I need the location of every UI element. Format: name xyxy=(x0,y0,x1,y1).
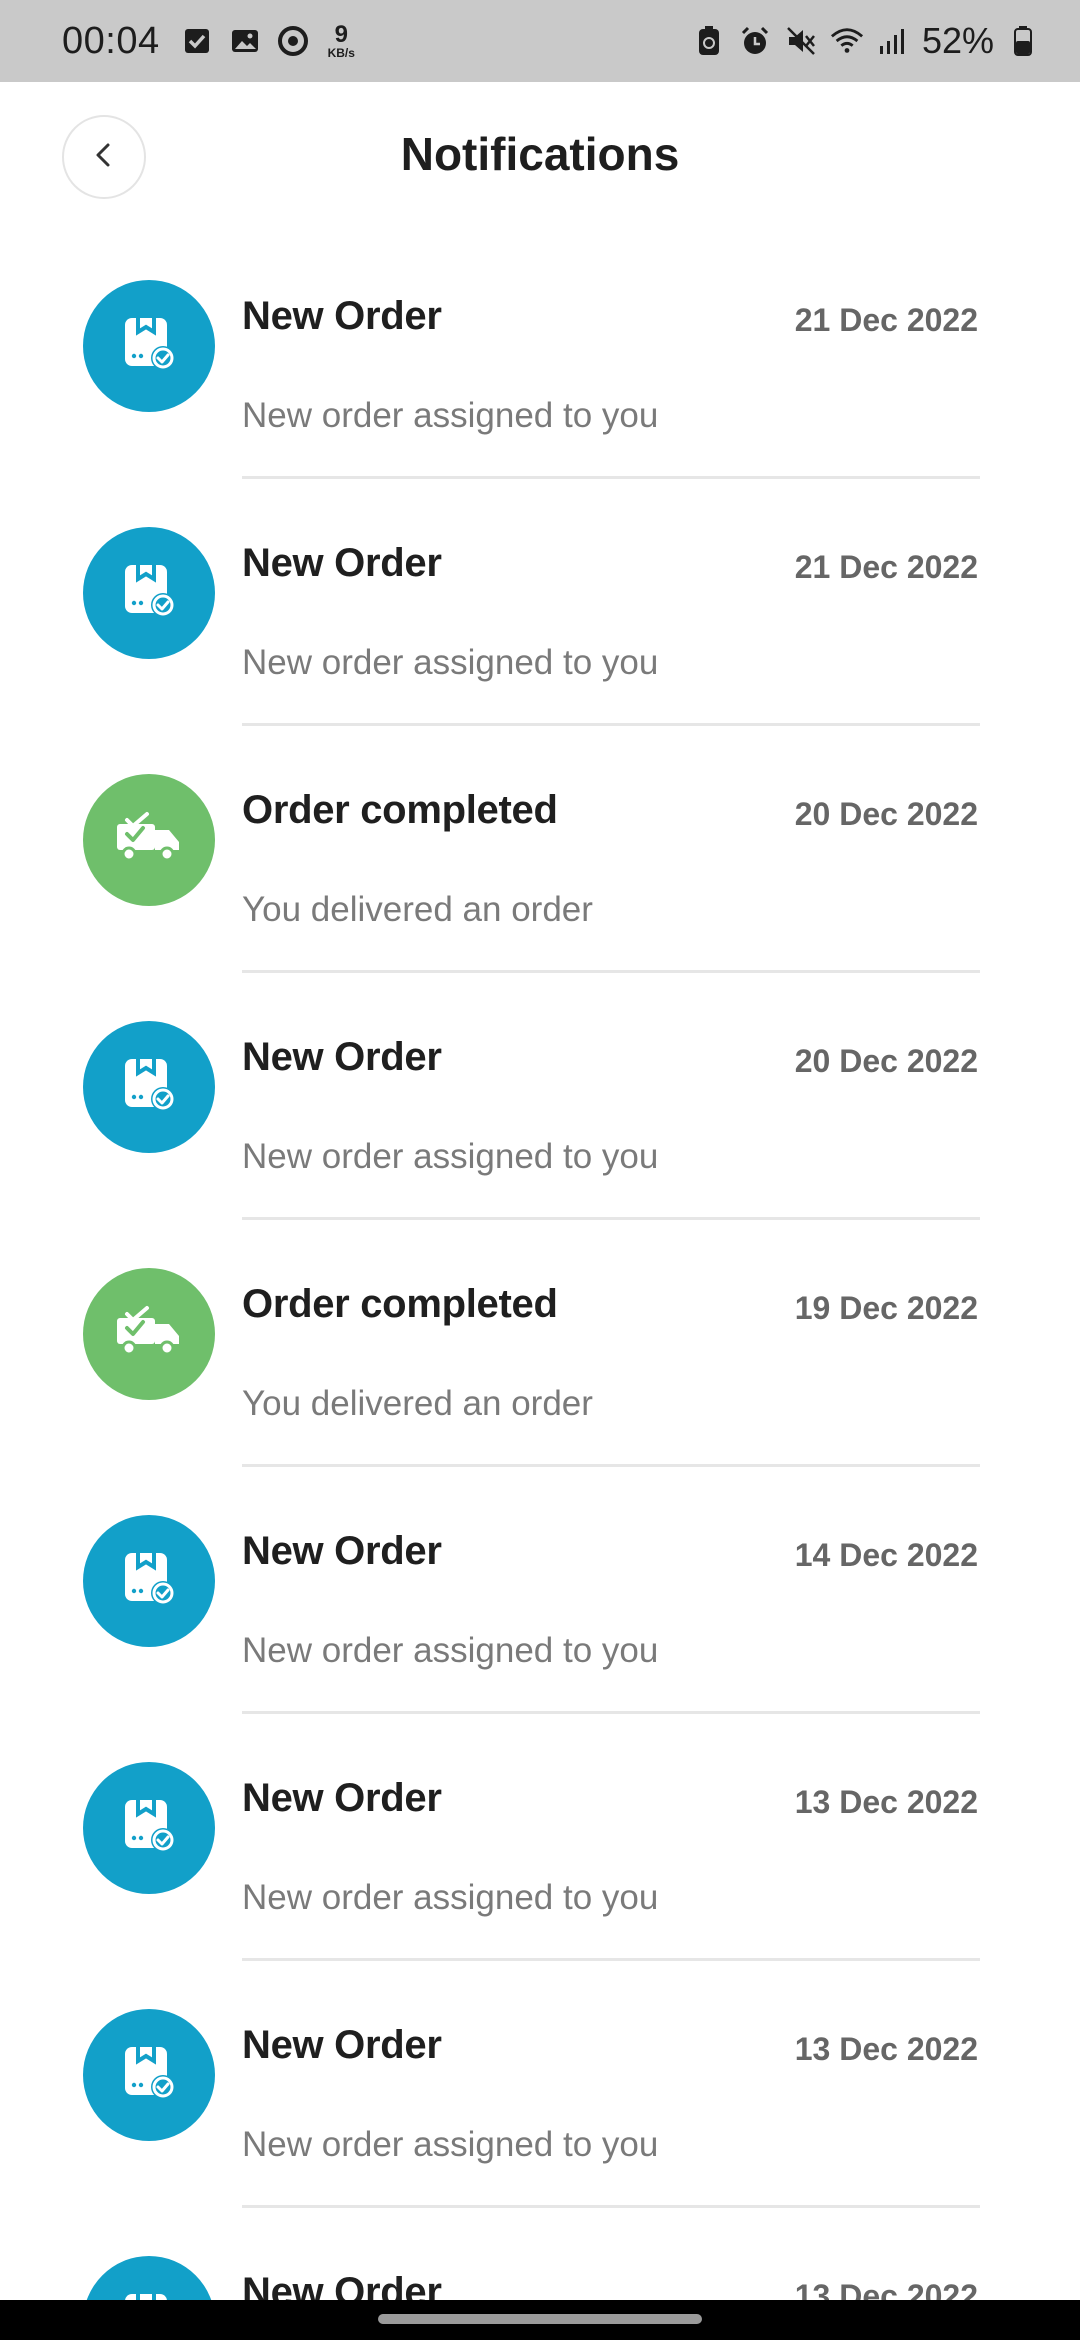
notification-title: New Order xyxy=(242,1776,442,1820)
notification-avatar xyxy=(83,1021,215,1153)
notification-date: 20 Dec 2022 xyxy=(794,1043,978,1079)
box-check-icon xyxy=(117,2041,181,2110)
target-icon xyxy=(276,24,310,58)
notification-avatar xyxy=(83,1515,215,1647)
notification-item[interactable]: New Order 13 Dec 2022 xyxy=(0,2208,1080,2300)
notification-subtitle: New order assigned to you xyxy=(242,2125,659,2164)
box-check-icon xyxy=(117,1794,181,1863)
notification-title: New Order xyxy=(242,2270,442,2300)
notification-date: 21 Dec 2022 xyxy=(794,549,978,585)
notification-item[interactable]: Order completed 20 Dec 2022 You delivered … xyxy=(0,726,1080,973)
delivery-truck-icon xyxy=(113,1304,185,1365)
delivery-truck-icon xyxy=(113,810,185,871)
header: Notifications xyxy=(0,82,1080,232)
notification-avatar xyxy=(83,1762,215,1894)
notification-subtitle: New order assigned to you xyxy=(242,1631,659,1670)
notification-subtitle: You delivered an order xyxy=(242,1384,593,1423)
box-check-icon xyxy=(117,1053,181,1122)
network-speed-value: 9 xyxy=(334,21,348,48)
notification-title: Order completed xyxy=(242,788,558,832)
checkbox-icon xyxy=(180,24,214,58)
notification-item[interactable]: New Order 21 Dec 2022 New order assigned t… xyxy=(0,479,1080,726)
network-speed-unit: KB/s xyxy=(327,46,355,60)
mute-icon xyxy=(784,24,818,58)
wifi-icon xyxy=(830,24,864,58)
notification-avatar xyxy=(83,774,215,906)
notification-title: New Order xyxy=(242,294,442,338)
navigation-bar xyxy=(0,2300,1080,2340)
network-speed: 9 KB/s xyxy=(327,21,355,60)
notification-item[interactable]: New Order 13 Dec 2022 New order assigned t… xyxy=(0,1961,1080,2208)
box-check-icon xyxy=(117,2288,181,2300)
status-bar: 00:04 9 KB/s 52% xyxy=(0,0,1080,82)
notification-title: New Order xyxy=(242,2023,442,2067)
alarm-icon xyxy=(738,24,772,58)
box-check-icon xyxy=(117,1547,181,1616)
notification-avatar xyxy=(83,1268,215,1400)
notification-subtitle: You delivered an order xyxy=(242,890,593,929)
notification-date: 13 Dec 2022 xyxy=(794,1784,978,1820)
status-left-icons: 9 KB/s xyxy=(180,23,355,59)
notification-subtitle: New order assigned to you xyxy=(242,1878,659,1917)
notification-item[interactable]: New Order 13 Dec 2022 New order assigned t… xyxy=(0,1714,1080,1961)
notification-subtitle: New order assigned to you xyxy=(242,1137,659,1176)
notification-title: Order completed xyxy=(242,1282,558,1326)
notification-subtitle: New order assigned to you xyxy=(242,643,659,682)
battery-icon xyxy=(1006,24,1040,58)
recycle-icon xyxy=(692,24,726,58)
notification-avatar xyxy=(83,527,215,659)
notification-title: New Order xyxy=(242,1529,442,1573)
notification-item[interactable]: New Order 21 Dec 2022 New order assigned t… xyxy=(0,232,1080,479)
notification-date: 14 Dec 2022 xyxy=(794,1537,978,1573)
status-right-icons: 52% xyxy=(692,20,1040,62)
box-check-icon xyxy=(117,312,181,381)
notification-date: 21 Dec 2022 xyxy=(794,302,978,338)
home-handle[interactable] xyxy=(378,2314,702,2324)
notification-subtitle: New order assigned to you xyxy=(242,396,659,435)
notification-avatar xyxy=(83,2256,215,2300)
notification-date: 20 Dec 2022 xyxy=(794,796,978,832)
page-title: Notifications xyxy=(400,128,680,180)
notification-item[interactable]: New Order 14 Dec 2022 New order assigned t… xyxy=(0,1467,1080,1714)
notification-title: New Order xyxy=(242,541,442,585)
notification-date: 13 Dec 2022 xyxy=(794,2278,978,2300)
notification-title: New Order xyxy=(242,1035,442,1079)
status-time: 00:04 xyxy=(62,19,160,62)
signal-icon xyxy=(876,24,910,58)
box-check-icon xyxy=(117,559,181,628)
notification-date: 13 Dec 2022 xyxy=(794,2031,978,2067)
notification-date: 19 Dec 2022 xyxy=(794,1290,978,1326)
notification-avatar xyxy=(83,2009,215,2141)
notification-avatar xyxy=(83,280,215,412)
notifications-list[interactable]: New Order 21 Dec 2022 New order assigned t… xyxy=(0,232,1080,2300)
notification-item[interactable]: New Order 20 Dec 2022 New order assigned t… xyxy=(0,973,1080,1220)
image-icon xyxy=(228,24,262,58)
notification-item[interactable]: Order completed 19 Dec 2022 You delivered … xyxy=(0,1220,1080,1467)
battery-percent: 52% xyxy=(921,20,994,61)
